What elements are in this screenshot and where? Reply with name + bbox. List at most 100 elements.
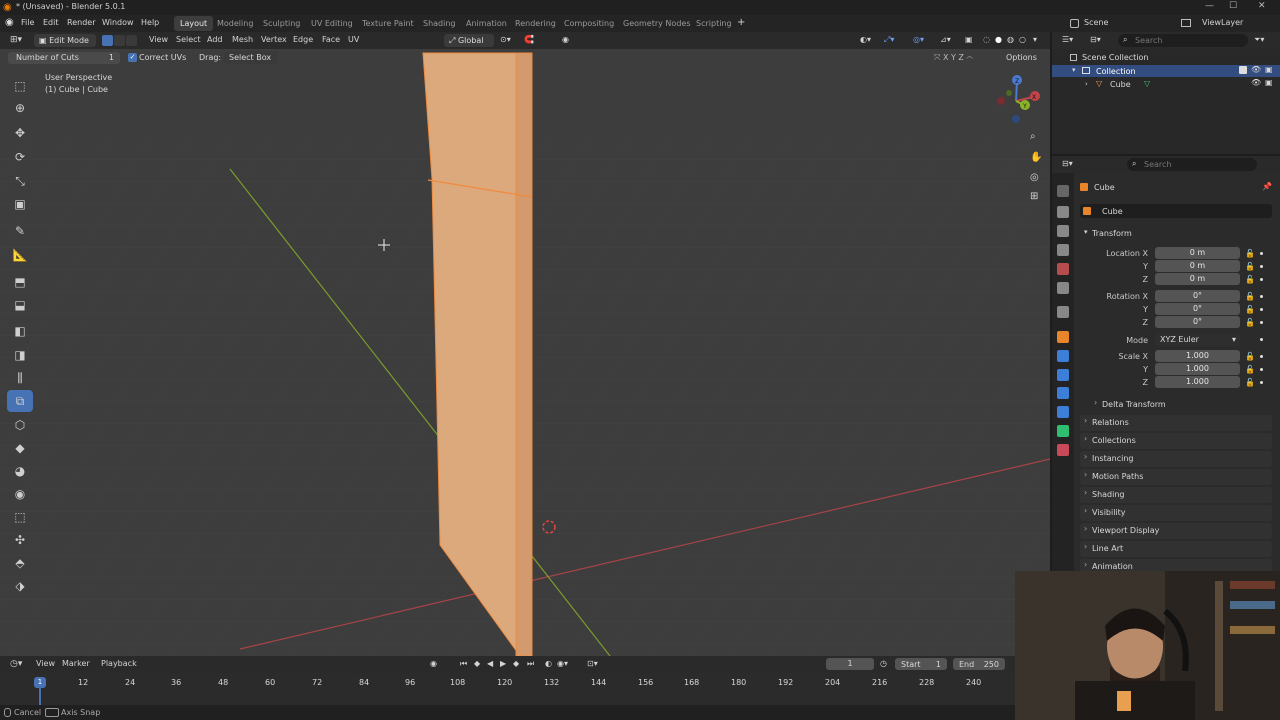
workspace-tab-modeling[interactable]: Modeling	[211, 16, 259, 31]
keyframe-dot-icon[interactable]	[1260, 368, 1263, 371]
scene-tab-icon[interactable]	[1057, 263, 1069, 275]
vertex-select-icon[interactable]	[102, 35, 113, 46]
xyz-mirror-icons[interactable]: ⤧ X Y Z ⌒	[934, 53, 973, 63]
properties-search-field[interactable]: ⌕ Search	[1127, 158, 1257, 171]
play-icon[interactable]: ▶	[500, 659, 506, 668]
cube-eye-icon[interactable]: 👁	[1251, 78, 1261, 87]
shrink-fatten-tool-icon[interactable]: ⬚	[7, 506, 33, 528]
play-reverse-icon[interactable]: ◀	[487, 659, 493, 668]
line-art-panel[interactable]: Line Art	[1080, 541, 1272, 557]
constraints-tab-icon[interactable]	[1057, 406, 1069, 418]
rendered-shading-icon[interactable]: ○	[1019, 35, 1026, 44]
keying-icon[interactable]: ◐	[545, 659, 552, 668]
current-frame-field[interactable]: 1	[826, 658, 874, 670]
move-tool-icon[interactable]: ✥	[7, 122, 33, 144]
navigation-gizmo[interactable]: X Y Z	[995, 74, 1043, 126]
transform-expand-icon[interactable]: ▾	[1084, 228, 1088, 236]
data-tab-icon[interactable]	[1057, 425, 1069, 437]
rotation-z-field[interactable]: 0°	[1155, 316, 1240, 328]
scene-selector[interactable]: Scene	[1084, 18, 1108, 27]
loop-cut-tool-icon[interactable]: ⫼	[7, 367, 33, 389]
extrude-tool-icon[interactable]: ⬓	[7, 294, 33, 316]
material-shading-icon[interactable]: ◍	[1007, 35, 1014, 44]
transform-tool-icon[interactable]: ▣	[7, 193, 33, 215]
transform-orientation-selector[interactable]: ⤢ Global	[444, 34, 494, 47]
workspace-tab-animation[interactable]: Animation	[460, 16, 513, 31]
xray-icon[interactable]: ▣	[965, 35, 973, 44]
viewport-display-panel[interactable]: Viewport Display	[1080, 523, 1272, 539]
menu-render[interactable]: Render	[67, 18, 95, 27]
keyframe-dot-icon[interactable]	[1260, 338, 1263, 341]
add-cube-tool-icon[interactable]: ⬒	[7, 271, 33, 293]
select-mode-buttons[interactable]	[102, 35, 138, 46]
workspace-tab-shading[interactable]: Shading	[417, 16, 462, 31]
scale-tool-icon[interactable]: ⤡	[7, 170, 33, 192]
misc-tool-icon[interactable]: ⬗	[7, 575, 33, 597]
prev-keyframe-icon[interactable]: ◆	[474, 659, 480, 668]
render-tab-icon[interactable]	[1057, 206, 1069, 218]
menu-file[interactable]: File	[21, 18, 34, 27]
correct-uvs-checkbox[interactable]: ✓	[128, 53, 137, 62]
rotation-x-field[interactable]: 0°	[1155, 290, 1240, 302]
mesh-overlay-icon[interactable]: ⊿▾	[940, 35, 951, 44]
menu-face[interactable]: Face	[322, 35, 340, 44]
menu-vertex[interactable]: Vertex	[261, 35, 287, 44]
keyframe-dot-icon[interactable]	[1260, 308, 1263, 311]
modifier-tab-icon[interactable]	[1057, 350, 1069, 362]
menu-add[interactable]: Add	[207, 35, 223, 44]
gizmo-toggle-icon[interactable]: ⤢▾	[884, 35, 894, 45]
cursor-tool-icon[interactable]: ⊕	[7, 97, 33, 119]
physics-tab-icon[interactable]	[1057, 387, 1069, 399]
timeline-track[interactable]: 1 12 24 36 48 60 72 84 96 108 120 132 14…	[0, 673, 1050, 705]
menu-select[interactable]: Select	[176, 35, 201, 44]
minimize-button[interactable]: —	[1205, 1, 1214, 11]
menu-view[interactable]: View	[149, 35, 168, 44]
scale-z-field[interactable]: 1.000	[1155, 376, 1240, 388]
auto-key-icon[interactable]: ⊡▾	[587, 659, 598, 668]
rotation-y-field[interactable]: 0°	[1155, 303, 1240, 315]
mode-selector[interactable]: ▣ Edit Mode	[34, 34, 96, 47]
workspace-tab-texture-paint[interactable]: Texture Paint	[356, 16, 420, 31]
select-box-icon[interactable]: ⬚	[7, 75, 33, 97]
delta-transform-subpanel[interactable]: Delta Transform	[1090, 397, 1272, 413]
instancing-panel[interactable]: Instancing	[1080, 451, 1272, 467]
lock-icon[interactable]: 🔓	[1245, 352, 1255, 361]
outliner-search-field[interactable]: ⌕ Search	[1118, 34, 1248, 47]
number-of-cuts-field[interactable]: Number of Cuts 1	[8, 52, 120, 64]
particles-tab-icon[interactable]	[1057, 369, 1069, 381]
output-tab-icon[interactable]	[1057, 225, 1069, 237]
collections-panel[interactable]: Collections	[1080, 433, 1272, 449]
keyframe-dot-icon[interactable]	[1260, 252, 1263, 255]
inset-tool-icon[interactable]: ◧	[7, 320, 33, 342]
outliner-editor-icon[interactable]: ☰▾	[1062, 35, 1073, 44]
material-tab-icon[interactable]	[1057, 444, 1069, 456]
face-select-icon[interactable]	[126, 35, 137, 46]
world-tab-icon[interactable]	[1057, 282, 1069, 294]
scale-x-field[interactable]: 1.000	[1155, 350, 1240, 362]
workspace-tab-layout[interactable]: Layout	[174, 16, 214, 31]
close-button[interactable]: ✕	[1258, 1, 1266, 11]
workspace-tab-sculpting[interactable]: Sculpting	[257, 16, 306, 31]
pin-icon[interactable]: 📌	[1262, 182, 1272, 191]
jump-end-icon[interactable]: ⏭	[527, 659, 534, 669]
snap-icon[interactable]: 🧲	[524, 35, 534, 44]
shear-tool-icon[interactable]: ✣	[7, 529, 33, 551]
location-z-field[interactable]: 0 m	[1155, 273, 1240, 285]
measure-tool-icon[interactable]: 📐	[7, 244, 33, 266]
keyframe-dot-icon[interactable]	[1260, 278, 1263, 281]
zoom-icon[interactable]: ⌕	[1030, 131, 1036, 142]
solid-shading-icon[interactable]: ●	[995, 35, 1002, 44]
wireframe-shading-icon[interactable]: ◌	[983, 35, 990, 44]
viewlayer-selector[interactable]: ViewLayer	[1202, 18, 1243, 27]
annotate-tool-icon[interactable]: ✎	[7, 220, 33, 242]
visibility-panel[interactable]: Visibility	[1080, 505, 1272, 521]
record-icon[interactable]: ◉	[430, 659, 437, 668]
keyframe-type-icon[interactable]: ◉▾	[557, 659, 568, 668]
scene-collection-item[interactable]: Scene Collection	[1082, 53, 1149, 62]
smooth-tool-icon[interactable]: ◕	[7, 460, 33, 482]
menu-edge[interactable]: Edge	[293, 35, 313, 44]
cube-camera-icon[interactable]: ▣	[1265, 78, 1273, 87]
tool-tab-icon[interactable]	[1057, 185, 1069, 197]
camera-view-icon[interactable]: ◎	[1030, 172, 1039, 183]
start-frame-field[interactable]: Start 1	[895, 658, 947, 670]
